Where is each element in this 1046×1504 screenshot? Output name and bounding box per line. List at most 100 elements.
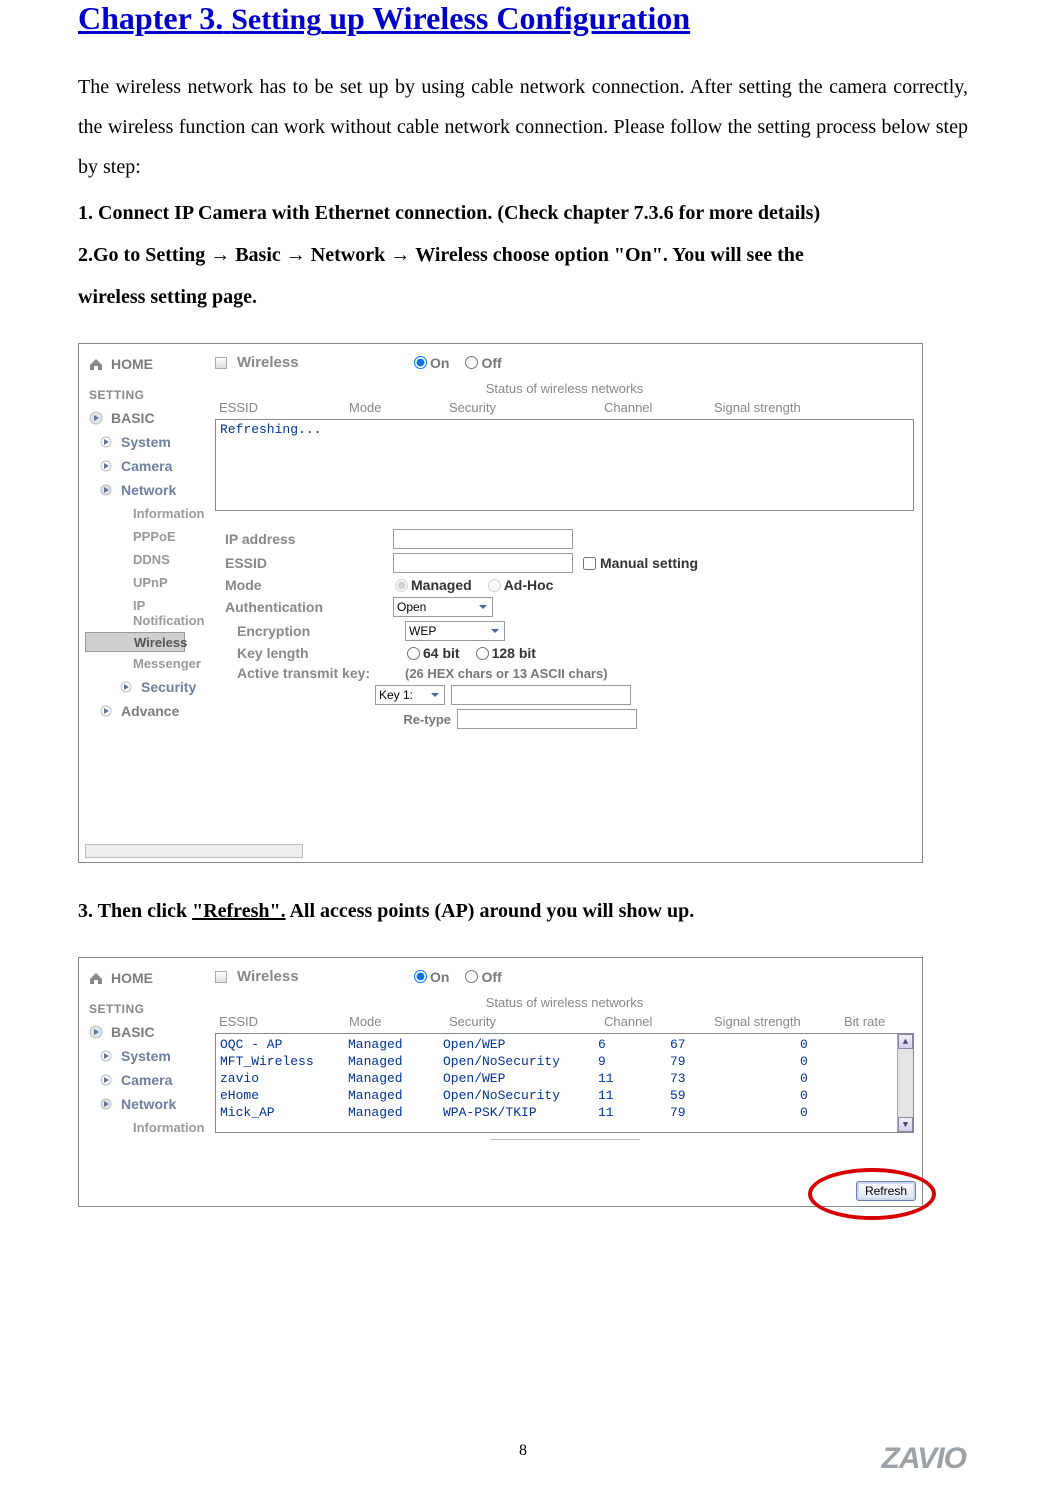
vertical-scrollbar[interactable]: ▲ ▼ bbox=[897, 1034, 913, 1132]
sidebar-home[interactable]: HOME bbox=[85, 352, 211, 376]
network-cell-sec: Open/WEP bbox=[443, 1070, 598, 1087]
ip-address-input[interactable] bbox=[393, 529, 573, 549]
scroll-up-icon[interactable]: ▲ bbox=[898, 1034, 913, 1049]
network-cell-mode: Managed bbox=[348, 1087, 443, 1104]
col-mode: Mode bbox=[349, 400, 449, 415]
sidebar-item-system[interactable]: System bbox=[85, 1044, 211, 1068]
item-icon bbox=[97, 458, 115, 474]
wireless-on-radio[interactable] bbox=[414, 970, 427, 983]
home-icon bbox=[87, 356, 105, 372]
wireless-off-radio[interactable] bbox=[465, 356, 478, 369]
sidebar-item-pppoe[interactable]: PPPoE bbox=[85, 525, 211, 548]
sidebar-item-label: UPnP bbox=[133, 575, 168, 590]
wireless-on-label: On bbox=[430, 969, 449, 985]
sidebar-item-label: Network bbox=[121, 1096, 176, 1112]
network-cell-sig: 67 bbox=[670, 1036, 800, 1053]
sidebar-item-camera[interactable]: Camera bbox=[85, 454, 211, 478]
home-icon bbox=[87, 970, 105, 986]
network-cell-ch: 6 bbox=[598, 1036, 670, 1053]
network-cell-mode: Managed bbox=[348, 1104, 443, 1121]
retype-label: Re-type bbox=[383, 712, 451, 727]
wireless-on-radio[interactable] bbox=[414, 356, 427, 369]
keylen-128-radio[interactable] bbox=[476, 647, 489, 660]
step-3-a: 3. Then click bbox=[78, 900, 192, 922]
network-cell-br: 0 bbox=[800, 1104, 840, 1121]
network-cell-br: 0 bbox=[800, 1087, 840, 1104]
status-title: Status of wireless networks bbox=[215, 381, 914, 396]
mode-managed-radio[interactable] bbox=[395, 579, 408, 592]
step-2-b: Basic bbox=[235, 244, 281, 266]
item-icon bbox=[97, 703, 115, 719]
col-channel: Channel bbox=[604, 1014, 714, 1029]
sidebar-item-messenger[interactable]: Messenger bbox=[85, 652, 211, 675]
sidebar-basic[interactable]: BASIC bbox=[85, 406, 211, 430]
arrow-icon: → bbox=[390, 244, 415, 266]
key-select[interactable]: Key 1: bbox=[375, 685, 445, 705]
keylen-64-label: 64 bit bbox=[423, 645, 460, 661]
horizontal-scrollbar[interactable] bbox=[85, 844, 303, 858]
wireless-off-radio[interactable] bbox=[465, 970, 478, 983]
retype-input[interactable] bbox=[457, 709, 637, 729]
networks-list[interactable]: OQC - APManagedOpen/WEP6670MFT_WirelessM… bbox=[215, 1033, 914, 1133]
scroll-down-icon[interactable]: ▼ bbox=[898, 1117, 913, 1132]
sidebar-item-label: Camera bbox=[121, 1072, 172, 1088]
sidebar-item-advance[interactable]: Advance bbox=[85, 699, 211, 723]
sidebar-item-system[interactable]: System bbox=[85, 430, 211, 454]
expand-icon bbox=[87, 410, 105, 426]
network-cell-sec: Open/WEP bbox=[443, 1036, 598, 1053]
manual-setting-checkbox[interactable] bbox=[583, 557, 596, 570]
network-row[interactable]: OQC - APManagedOpen/WEP6670 bbox=[220, 1036, 909, 1053]
sidebar-item-information[interactable]: Information bbox=[85, 502, 211, 525]
sidebar-item-upnp[interactable]: UPnP bbox=[85, 571, 211, 594]
network-row[interactable]: zavioManagedOpen/WEP11730 bbox=[220, 1070, 909, 1087]
network-row[interactable]: eHomeManagedOpen/NoSecurity11590 bbox=[220, 1087, 909, 1104]
section-icon bbox=[215, 971, 227, 983]
sidebar-item-wireless[interactable]: Wireless bbox=[85, 632, 185, 652]
item-icon bbox=[97, 434, 115, 450]
network-row[interactable]: Mick_APManagedWPA-PSK/TKIP11790 bbox=[220, 1104, 909, 1121]
sidebar: HOME SETTING BASIC System Camera Network bbox=[79, 344, 215, 862]
auth-label: Authentication bbox=[225, 599, 393, 615]
sidebar-item-ddns[interactable]: DDNS bbox=[85, 548, 211, 571]
sidebar-home-label: HOME bbox=[111, 356, 153, 372]
network-cell-br: 0 bbox=[800, 1036, 840, 1053]
sidebar-item-ipnotify[interactable]: IP Notification bbox=[85, 594, 211, 632]
encryption-label: Encryption bbox=[237, 623, 405, 639]
network-row[interactable]: MFT_WirelessManagedOpen/NoSecurity9790 bbox=[220, 1053, 909, 1070]
network-cell-essid: eHome bbox=[220, 1087, 348, 1104]
networks-list[interactable]: Refreshing... bbox=[215, 419, 914, 511]
keylen-64-radio[interactable] bbox=[407, 647, 420, 660]
sidebar-item-network[interactable]: Network bbox=[85, 478, 211, 502]
sidebar-item-network[interactable]: Network bbox=[85, 1092, 211, 1116]
expand-icon bbox=[97, 1096, 115, 1112]
essid-input[interactable] bbox=[393, 553, 573, 573]
encryption-select[interactable]: WEP bbox=[405, 621, 505, 641]
step-2: 2.Go to Setting → Basic → Network → Wire… bbox=[78, 235, 968, 275]
sidebar-basic[interactable]: BASIC bbox=[85, 1020, 211, 1044]
ip-address-label: IP address bbox=[225, 531, 393, 547]
auth-select[interactable]: Open bbox=[393, 597, 493, 617]
sidebar-item-information[interactable]: Information bbox=[85, 1116, 211, 1139]
expand-icon bbox=[97, 482, 115, 498]
sidebar-item-camera[interactable]: Camera bbox=[85, 1068, 211, 1092]
sidebar-home[interactable]: HOME bbox=[85, 966, 211, 990]
refresh-button[interactable]: Refresh bbox=[856, 1181, 916, 1201]
key-input[interactable] bbox=[451, 685, 631, 705]
step-2-a: 2.Go to Setting bbox=[78, 244, 205, 266]
sidebar-item-security[interactable]: Security bbox=[85, 675, 211, 699]
sidebar: HOME SETTING BASIC System Camera Network bbox=[79, 958, 215, 1206]
col-signal: Signal strength bbox=[714, 400, 844, 415]
wireless-networks-panel: Wireless On Off Status of wireless netwo… bbox=[215, 958, 922, 1206]
chapter-title-rest: up Wireless Configuration bbox=[329, 0, 690, 36]
col-security: Security bbox=[449, 400, 604, 415]
status-title: Status of wireless networks bbox=[215, 995, 914, 1010]
network-cell-ch: 11 bbox=[598, 1104, 670, 1121]
sidebar-item-label: Information bbox=[133, 506, 205, 521]
network-cell-mode: Managed bbox=[348, 1053, 443, 1070]
keylen-label: Key length bbox=[237, 645, 405, 661]
sidebar-item-label: Information bbox=[133, 1120, 205, 1135]
sidebar-item-label: System bbox=[121, 1048, 171, 1064]
sidebar-section-setting: SETTING bbox=[85, 990, 211, 1020]
sidebar-basic-label: BASIC bbox=[111, 1024, 155, 1040]
mode-adhoc-radio[interactable] bbox=[488, 579, 501, 592]
